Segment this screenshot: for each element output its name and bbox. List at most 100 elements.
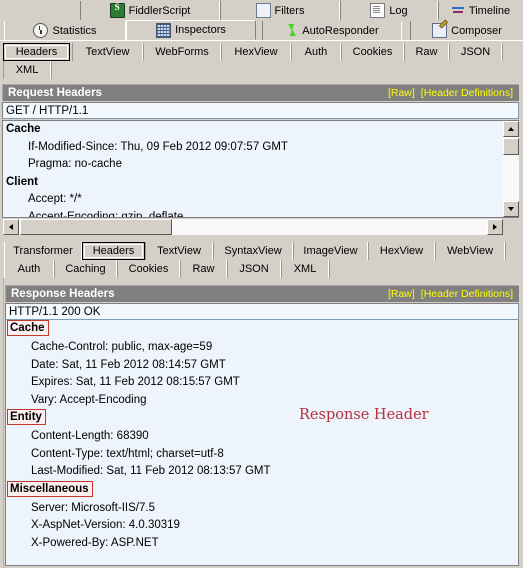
vertical-scroll-thumb[interactable] <box>503 138 519 155</box>
header-item: Content-Length: 68390 <box>31 430 149 442</box>
composer-icon <box>432 23 448 38</box>
request-tab-hexview[interactable]: HexView <box>221 43 291 61</box>
main-tab-inspectors[interactable]: Inspectors <box>126 20 256 40</box>
inspectors-icon <box>156 22 172 38</box>
response-pane-left-edge <box>0 240 4 568</box>
response-tab-hexview[interactable]: HexView <box>368 242 435 260</box>
main-tab-label: Inspectors <box>175 24 226 36</box>
request-inspector-tabs: Headers TextView WebForms HexView Auth C… <box>0 41 523 79</box>
horizontal-scroll-thumb[interactable] <box>20 219 172 235</box>
response-tab-transformer[interactable]: Transformer <box>4 242 82 260</box>
main-tab-label: Filters <box>274 4 305 17</box>
main-tab-statistics[interactable]: Statistics <box>4 21 126 40</box>
tab-label: Headers <box>92 245 135 257</box>
tab-label: WebForms <box>155 46 209 58</box>
request-headers-bar: Request Headers [Raw] [Header Definition… <box>2 84 519 101</box>
header-group-row: Entity <box>6 409 518 428</box>
main-tab-filters[interactable]: Filters <box>220 1 340 20</box>
tab-label: XML <box>293 263 317 275</box>
header-item: Accept-Encoding: gzip, deflate <box>28 210 184 218</box>
request-horizontal-scrollbar[interactable] <box>3 219 503 235</box>
request-tab-textview[interactable]: TextView <box>72 43 143 61</box>
request-tab-headers[interactable]: Headers <box>3 43 70 61</box>
header-item: X-AspNet-Version: 4.0.30319 <box>31 519 180 531</box>
header-item: X-Powered-By: ASP.NET <box>31 536 159 549</box>
header-group-row: Miscellaneous <box>6 480 518 500</box>
response-tab-auth[interactable]: Auth <box>4 260 54 278</box>
request-tab-json[interactable]: JSON <box>449 43 502 61</box>
main-tab-label: Statistics <box>52 24 97 37</box>
response-tab-spacer <box>505 242 523 260</box>
request-raw-link[interactable]: [Raw] <box>388 87 421 99</box>
tab-label: HexView <box>234 46 278 58</box>
tab-label: Cookies <box>352 46 393 58</box>
response-headers-list[interactable]: Cache Cache-Control: public, max-age=59 … <box>5 320 519 566</box>
request-headers-list[interactable]: Cache If-Modified-Since: Thu, 09 Feb 201… <box>2 120 519 218</box>
header-group-name: Cache <box>6 123 41 135</box>
main-tab-label: Timeline <box>468 4 511 17</box>
statistics-icon <box>33 23 49 38</box>
response-tab-syntaxview[interactable]: SyntaxView <box>213 242 293 260</box>
scroll-left-button[interactable] <box>3 219 19 235</box>
header-group-row: Cache <box>6 320 518 339</box>
arrow-down-icon <box>508 207 514 211</box>
tab-label: Auth <box>17 263 41 275</box>
response-tab-xml[interactable]: XML <box>281 260 329 278</box>
scroll-down-button[interactable] <box>503 201 519 217</box>
response-status-field[interactable]: HTTP/1.1 200 OK <box>5 303 519 320</box>
header-item: Date: Sat, 11 Feb 2012 08:14:57 GMT <box>31 358 226 371</box>
arrow-right-icon <box>493 224 497 230</box>
tab-label: WebView <box>446 245 494 257</box>
response-raw-link[interactable]: [Raw] <box>388 288 421 300</box>
tab-label: Auth <box>304 46 328 58</box>
request-tab-xml[interactable]: XML <box>3 61 51 79</box>
arrow-up-icon <box>508 127 514 131</box>
main-tab-timeline[interactable]: Timeline <box>438 1 523 20</box>
tab-label: Cookies <box>128 263 169 275</box>
main-tab-log[interactable]: Log <box>340 1 438 20</box>
request-tab-spacer <box>502 43 523 61</box>
header-item: Pragma: no-cache <box>28 158 122 170</box>
arrow-left-icon <box>9 224 13 230</box>
tab-label: Headers <box>15 46 58 58</box>
response-tab-json[interactable]: JSON <box>227 260 281 278</box>
request-vertical-scrollbar[interactable] <box>503 121 519 217</box>
response-tab-headers[interactable]: Headers <box>82 242 145 260</box>
log-icon <box>370 3 386 18</box>
response-headers-title: Response Headers <box>11 288 115 300</box>
request-tab-webforms[interactable]: WebForms <box>143 43 221 61</box>
response-tab-cookies[interactable]: Cookies <box>117 260 180 278</box>
main-tab-autoresponder[interactable]: AutoResponder <box>262 21 402 40</box>
response-tab-raw[interactable]: Raw <box>180 260 227 278</box>
tab-label: HexView <box>379 245 424 257</box>
response-headers-bar: Response Headers [Raw] [Header Definitio… <box>5 285 519 302</box>
header-item: Accept: */* <box>28 193 82 205</box>
main-tab-fiddlerscript[interactable]: FiddlerScript <box>80 1 220 20</box>
scrollbar-corner <box>503 219 520 235</box>
request-tab-cookies[interactable]: Cookies <box>341 43 404 61</box>
request-line-field[interactable]: GET / HTTP/1.1 <box>2 102 519 119</box>
response-tab-webview[interactable]: WebView <box>435 242 505 260</box>
request-tab-auth[interactable]: Auth <box>291 43 341 61</box>
header-item: Cache-Control: public, max-age=59 <box>31 341 213 353</box>
request-header-definitions-link[interactable]: [Header Definitions] <box>421 87 519 99</box>
main-tab-composer[interactable]: Composer <box>410 21 523 40</box>
header-group-name: Client <box>6 175 38 188</box>
request-tab-row2-spacer <box>51 61 69 79</box>
tab-label: Caching <box>65 263 106 275</box>
header-group-name-miscellaneous: Miscellaneous <box>7 480 93 497</box>
scroll-right-button[interactable] <box>487 219 503 235</box>
request-tab-raw[interactable]: Raw <box>404 43 449 61</box>
main-tab-label: Log <box>389 4 408 17</box>
filters-icon <box>255 3 271 18</box>
response-tab-imageview[interactable]: ImageView <box>293 242 368 260</box>
response-tab-caching[interactable]: Caching <box>54 260 117 278</box>
header-item: Vary: Accept-Encoding <box>31 393 147 406</box>
response-tab-textview[interactable]: TextView <box>145 242 213 260</box>
response-header-definitions-link[interactable]: [Header Definitions] <box>421 288 519 300</box>
header-group-row: Client <box>3 174 518 192</box>
header-item: Last-Modified: Sat, 11 Feb 2012 08:13:57… <box>31 465 271 477</box>
main-tab-label: AutoResponder <box>302 24 379 37</box>
scroll-up-button[interactable] <box>503 121 519 137</box>
main-tab-label: FiddlerScript <box>128 4 191 17</box>
